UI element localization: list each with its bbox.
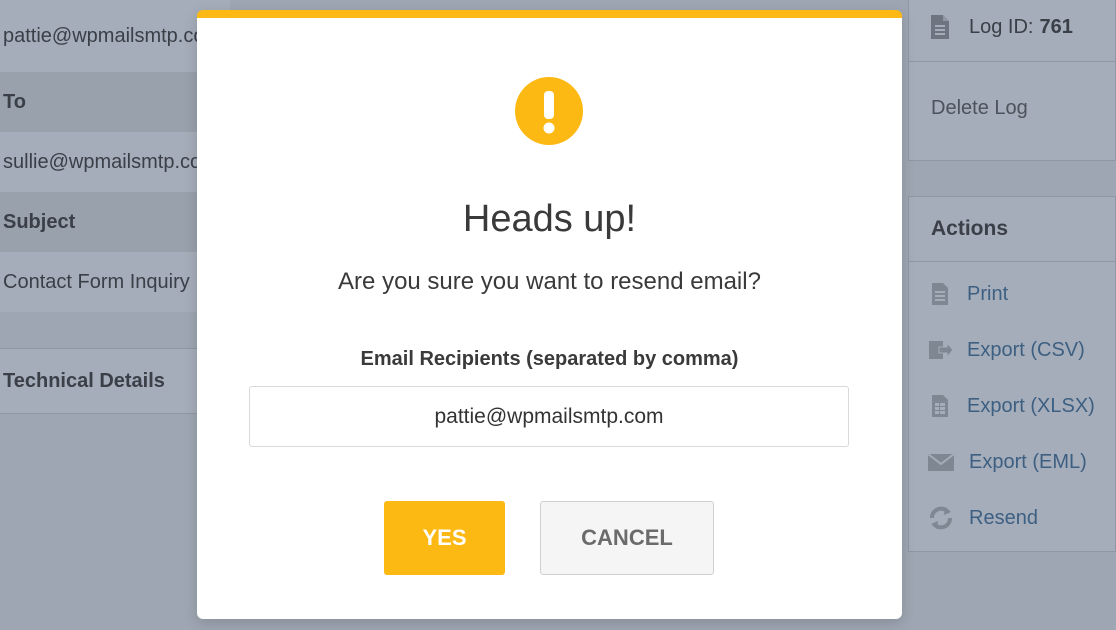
print-action[interactable]: Print	[927, 281, 1008, 307]
print-icon	[932, 283, 948, 305]
cancel-button[interactable]: CANCEL	[540, 501, 714, 575]
log-panel: Log ID: 761 Delete Log	[908, 0, 1116, 161]
technical-details-toggle[interactable]: Technical Details	[0, 348, 230, 414]
export-eml-action[interactable]: Export (EML)	[927, 449, 1087, 475]
section-divider	[0, 312, 230, 348]
action-label: Export (XLSX)	[967, 394, 1095, 417]
recipients-input[interactable]	[249, 386, 849, 447]
yes-button[interactable]: YES	[384, 501, 505, 575]
actions-panel: Actions Print Export (CSV) Export (XLSX)…	[908, 196, 1116, 552]
email-details-panel: pattie@wpmailsmtp.com To sullie@wpmailsm…	[0, 0, 230, 630]
action-label: Export (EML)	[969, 450, 1087, 473]
resend-confirm-dialog: Heads up! Are you sure you want to resen…	[197, 10, 902, 619]
action-label: Resend	[969, 506, 1038, 529]
log-id: Log ID: 761	[929, 13, 1073, 41]
warning-icon	[515, 77, 583, 145]
from-value: pattie@wpmailsmtp.com	[0, 0, 230, 72]
action-label: Print	[967, 282, 1009, 305]
export-xlsx-action[interactable]: Export (XLSX)	[927, 393, 1095, 419]
recipients-label: Email Recipients (separated by comma)	[360, 348, 739, 370]
log-id-label: Log ID:	[969, 15, 1034, 38]
dialog-message: Are you sure you want to resend email?	[338, 268, 761, 295]
document-icon	[931, 15, 949, 39]
divider	[909, 61, 1115, 62]
actions-title: Actions	[931, 217, 1009, 240]
resend-icon	[930, 506, 952, 530]
resend-action[interactable]: Resend	[927, 505, 1038, 531]
to-value: sullie@wpmailsmtp.com	[0, 132, 230, 192]
to-label: To	[0, 72, 230, 132]
export-csv-action[interactable]: Export (CSV)	[927, 337, 1085, 363]
action-label: Export (CSV)	[967, 338, 1085, 361]
divider	[909, 261, 1115, 262]
delete-log-link[interactable]: Delete Log	[931, 97, 1028, 120]
subject-label: Subject	[0, 192, 230, 252]
envelope-icon	[927, 453, 955, 471]
log-id-value: 761	[1039, 15, 1073, 38]
export-icon	[929, 341, 953, 359]
spreadsheet-icon	[932, 395, 948, 417]
sidebar: Log ID: 761 Delete Log Actions Print Exp…	[906, 0, 1116, 630]
subject-value: Contact Form Inquiry	[0, 252, 230, 312]
dialog-title: Heads up!	[462, 198, 637, 240]
